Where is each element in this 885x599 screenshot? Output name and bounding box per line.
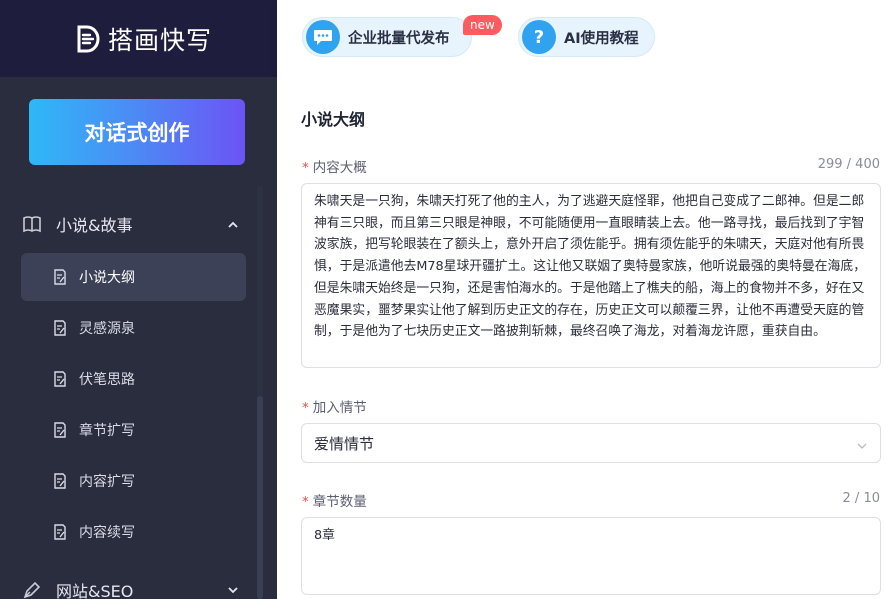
sidebar-item-foreshadowing[interactable]: 伏笔思路 bbox=[21, 355, 246, 403]
sidebar-item-label: 伏笔思路 bbox=[79, 372, 135, 388]
chat-create-button[interactable]: 对话式创作 bbox=[29, 99, 245, 165]
logo-icon bbox=[76, 24, 102, 54]
chevron-down-icon[interactable] bbox=[226, 582, 240, 596]
pen-icon bbox=[22, 580, 42, 599]
chapters-label: * 章节数量 bbox=[302, 490, 367, 510]
summary-textarea[interactable]: 朱啸天是一只狗，朱啸天打死了他的主人，为了逃避天庭怪罪，他把自己变成了二郎神。但… bbox=[301, 183, 881, 368]
top-bar: 企业批量代发布 new ? AI使用教程 bbox=[277, 0, 885, 77]
document-edit-icon bbox=[53, 422, 67, 438]
sidebar-item-novel-outline[interactable]: 小说大纲 bbox=[21, 253, 246, 301]
batch-publish-button[interactable]: 企业批量代发布 bbox=[302, 17, 472, 57]
plot-label: * 加入情节 bbox=[302, 396, 367, 416]
sidebar-item-inspiration[interactable]: 灵感源泉 bbox=[21, 304, 246, 352]
sidebar-group-novel[interactable]: 小说&故事 bbox=[0, 198, 257, 250]
sidebar-item-content-expand[interactable]: 内容扩写 bbox=[21, 457, 246, 505]
ai-tutorial-label: AI使用教程 bbox=[564, 30, 639, 47]
required-mark: * bbox=[302, 400, 309, 416]
sidebar-item-label: 小说大纲 bbox=[79, 270, 135, 286]
document-edit-icon bbox=[53, 473, 67, 489]
batch-publish-label: 企业批量代发布 bbox=[348, 30, 450, 47]
sidebar-item-label: 章节扩写 bbox=[79, 423, 135, 439]
chevron-down-icon bbox=[856, 438, 868, 450]
plot-select[interactable]: 爱情情节 bbox=[301, 423, 881, 463]
sidebar-item-label: 灵感源泉 bbox=[79, 321, 135, 337]
main-panel: 小说大纲 * 内容大概 299 / 400 朱啸天是一只狗，朱啸天打死了他的主人，… bbox=[277, 77, 885, 599]
brand-header: 搭画快写 bbox=[0, 0, 277, 77]
sidebar-group-label: 网站&SEO bbox=[56, 582, 134, 599]
page-title: 小说大纲 bbox=[301, 110, 366, 129]
required-mark: * bbox=[302, 160, 309, 176]
sidebar-item-label: 内容扩写 bbox=[79, 474, 135, 490]
book-icon bbox=[22, 215, 42, 233]
document-edit-icon bbox=[53, 320, 67, 336]
chapters-char-counter: 2 / 10 bbox=[842, 491, 880, 506]
chevron-up-icon[interactable] bbox=[226, 217, 240, 231]
document-edit-icon bbox=[53, 371, 67, 387]
sidebar-scrollbar-thumb[interactable] bbox=[257, 396, 263, 599]
sidebar-item-chapter-expand[interactable]: 章节扩写 bbox=[21, 406, 246, 454]
chat-bubble-icon bbox=[306, 20, 340, 54]
question-icon: ? bbox=[522, 20, 556, 54]
document-edit-icon bbox=[53, 524, 67, 540]
chapters-label-text: 章节数量 bbox=[312, 494, 367, 510]
sidebar: 搭画快写 对话式创作 小说&故事 小说大纲 灵感源泉 伏笔思路 章节扩写 内容扩… bbox=[0, 0, 277, 599]
new-badge: new bbox=[463, 15, 502, 35]
chapters-textarea[interactable]: 8章 bbox=[301, 517, 881, 595]
sidebar-item-content-continue[interactable]: 内容续写 bbox=[21, 508, 246, 556]
plot-select-value: 爱情情节 bbox=[314, 434, 375, 453]
brand-name: 搭画快写 bbox=[108, 25, 213, 55]
plot-label-text: 加入情节 bbox=[312, 400, 367, 416]
required-mark: * bbox=[302, 494, 309, 510]
sidebar-group-label: 小说&故事 bbox=[56, 216, 133, 235]
summary-char-counter: 299 / 400 bbox=[817, 157, 880, 172]
sidebar-item-label: 内容续写 bbox=[79, 525, 135, 541]
sidebar-group-website-seo[interactable]: 网站&SEO bbox=[0, 570, 257, 599]
summary-label: * 内容大概 bbox=[302, 156, 367, 176]
ai-tutorial-button[interactable]: ? AI使用教程 bbox=[518, 17, 655, 57]
document-edit-icon bbox=[53, 269, 67, 285]
summary-label-text: 内容大概 bbox=[312, 160, 367, 176]
